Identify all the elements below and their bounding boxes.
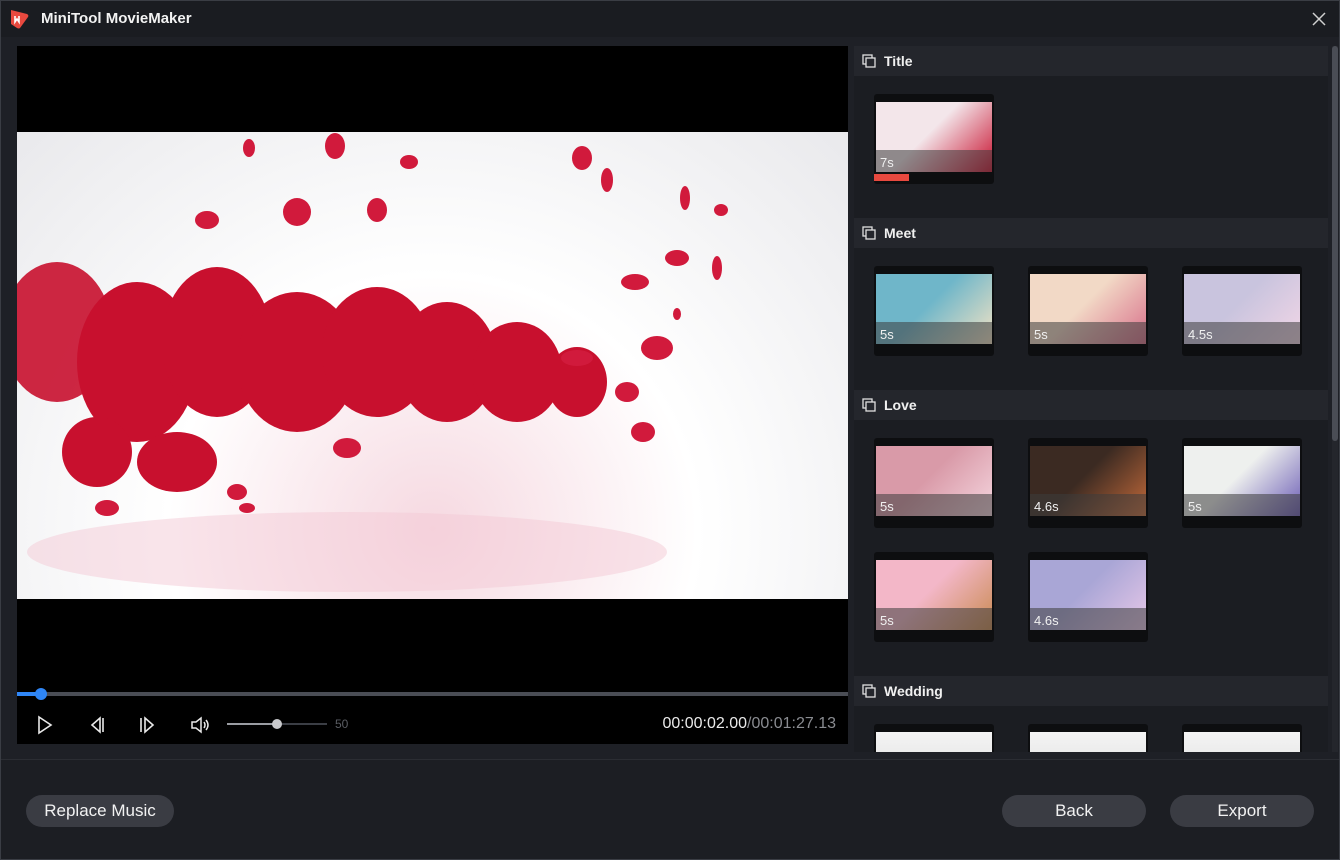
template-preview-image — [1030, 732, 1146, 752]
template-duration: 5s — [880, 499, 894, 514]
template-preview-image — [876, 732, 992, 752]
total-time: /00:01:27.13 — [747, 715, 836, 732]
app-title: MiniTool MovieMaker — [41, 10, 192, 27]
template-thumbnail[interactable]: 4.6s — [1028, 438, 1148, 528]
template-thumbnail[interactable]: 4.6s — [1028, 552, 1148, 642]
template-thumbnail[interactable]: 5s — [1182, 438, 1302, 528]
template-duration: 7s — [880, 155, 894, 170]
template-thumbnail[interactable]: 5s — [874, 552, 994, 642]
copy-icon — [862, 226, 876, 240]
rose-petals-image — [17, 132, 848, 599]
app-window: MiniTool MovieMaker — [0, 0, 1340, 860]
replace-music-button[interactable]: Replace Music — [26, 795, 174, 827]
playback-time: 00:00:02.00/00:01:27.13 — [663, 715, 837, 733]
template-duration: 5s — [1188, 499, 1202, 514]
template-duration: 5s — [880, 327, 894, 342]
scrollbar-thumb[interactable] — [1332, 46, 1338, 441]
template-duration: 4.5s — [1188, 327, 1213, 342]
volume-icon[interactable] — [189, 714, 211, 736]
template-duration: 4.6s — [1034, 613, 1059, 628]
template-thumbnail[interactable] — [1028, 724, 1148, 752]
template-preview-image — [1184, 732, 1300, 752]
section-header-meet: Meet — [854, 218, 1328, 248]
volume-value: 50 — [335, 717, 348, 731]
template-thumbnail[interactable]: 5s — [1028, 266, 1148, 356]
volume-slider[interactable] — [227, 723, 327, 725]
video-preview — [17, 132, 848, 599]
template-duration: 5s — [1034, 327, 1048, 342]
copy-icon — [862, 398, 876, 412]
section-header-title: Title — [854, 46, 1328, 76]
current-time: 00:00:02.00 — [663, 715, 748, 732]
app-logo-icon — [8, 8, 30, 30]
title-bar: MiniTool MovieMaker — [1, 1, 1339, 37]
section-header-love: Love — [854, 390, 1328, 420]
back-button[interactable]: Back — [1002, 795, 1146, 827]
section-label: Meet — [884, 225, 916, 241]
copy-icon — [862, 54, 876, 68]
copy-icon — [862, 684, 876, 698]
template-thumbnail[interactable]: 5s — [874, 438, 994, 528]
template-thumbnail[interactable] — [1182, 724, 1302, 752]
template-thumbnail[interactable]: 4.5s — [1182, 266, 1302, 356]
video-progress-handle[interactable] — [35, 688, 47, 700]
section-label: Title — [884, 53, 913, 69]
template-duration: 4.6s — [1034, 499, 1059, 514]
volume-slider-handle[interactable] — [272, 719, 282, 729]
template-thumbnail[interactable]: 5s — [874, 266, 994, 356]
volume-slider-fill — [227, 723, 277, 725]
close-icon[interactable] — [1309, 9, 1329, 29]
template-panel-scrollbar[interactable] — [1332, 46, 1338, 752]
template-thumbnail[interactable]: 7s — [874, 94, 994, 184]
selected-indicator — [874, 174, 909, 181]
template-thumbnail[interactable] — [874, 724, 994, 752]
play-icon[interactable] — [33, 714, 55, 736]
footer-bar: Replace Music Back Export — [1, 759, 1339, 859]
section-header-wedding: Wedding — [854, 676, 1328, 706]
section-label: Love — [884, 397, 917, 413]
video-player: 50 00:00:02.00/00:01:27.13 — [17, 46, 848, 744]
next-frame-icon[interactable] — [137, 714, 159, 736]
template-panel: Title 7s Meet 5s 5s 4.5s Love 5s 4.6s 5s 5s 4.6s Wed… — [854, 46, 1328, 752]
export-button[interactable]: Export — [1170, 795, 1314, 827]
previous-frame-icon[interactable] — [85, 714, 107, 736]
section-label: Wedding — [884, 683, 943, 699]
template-duration: 5s — [880, 613, 894, 628]
video-progress-bar[interactable] — [17, 692, 848, 696]
